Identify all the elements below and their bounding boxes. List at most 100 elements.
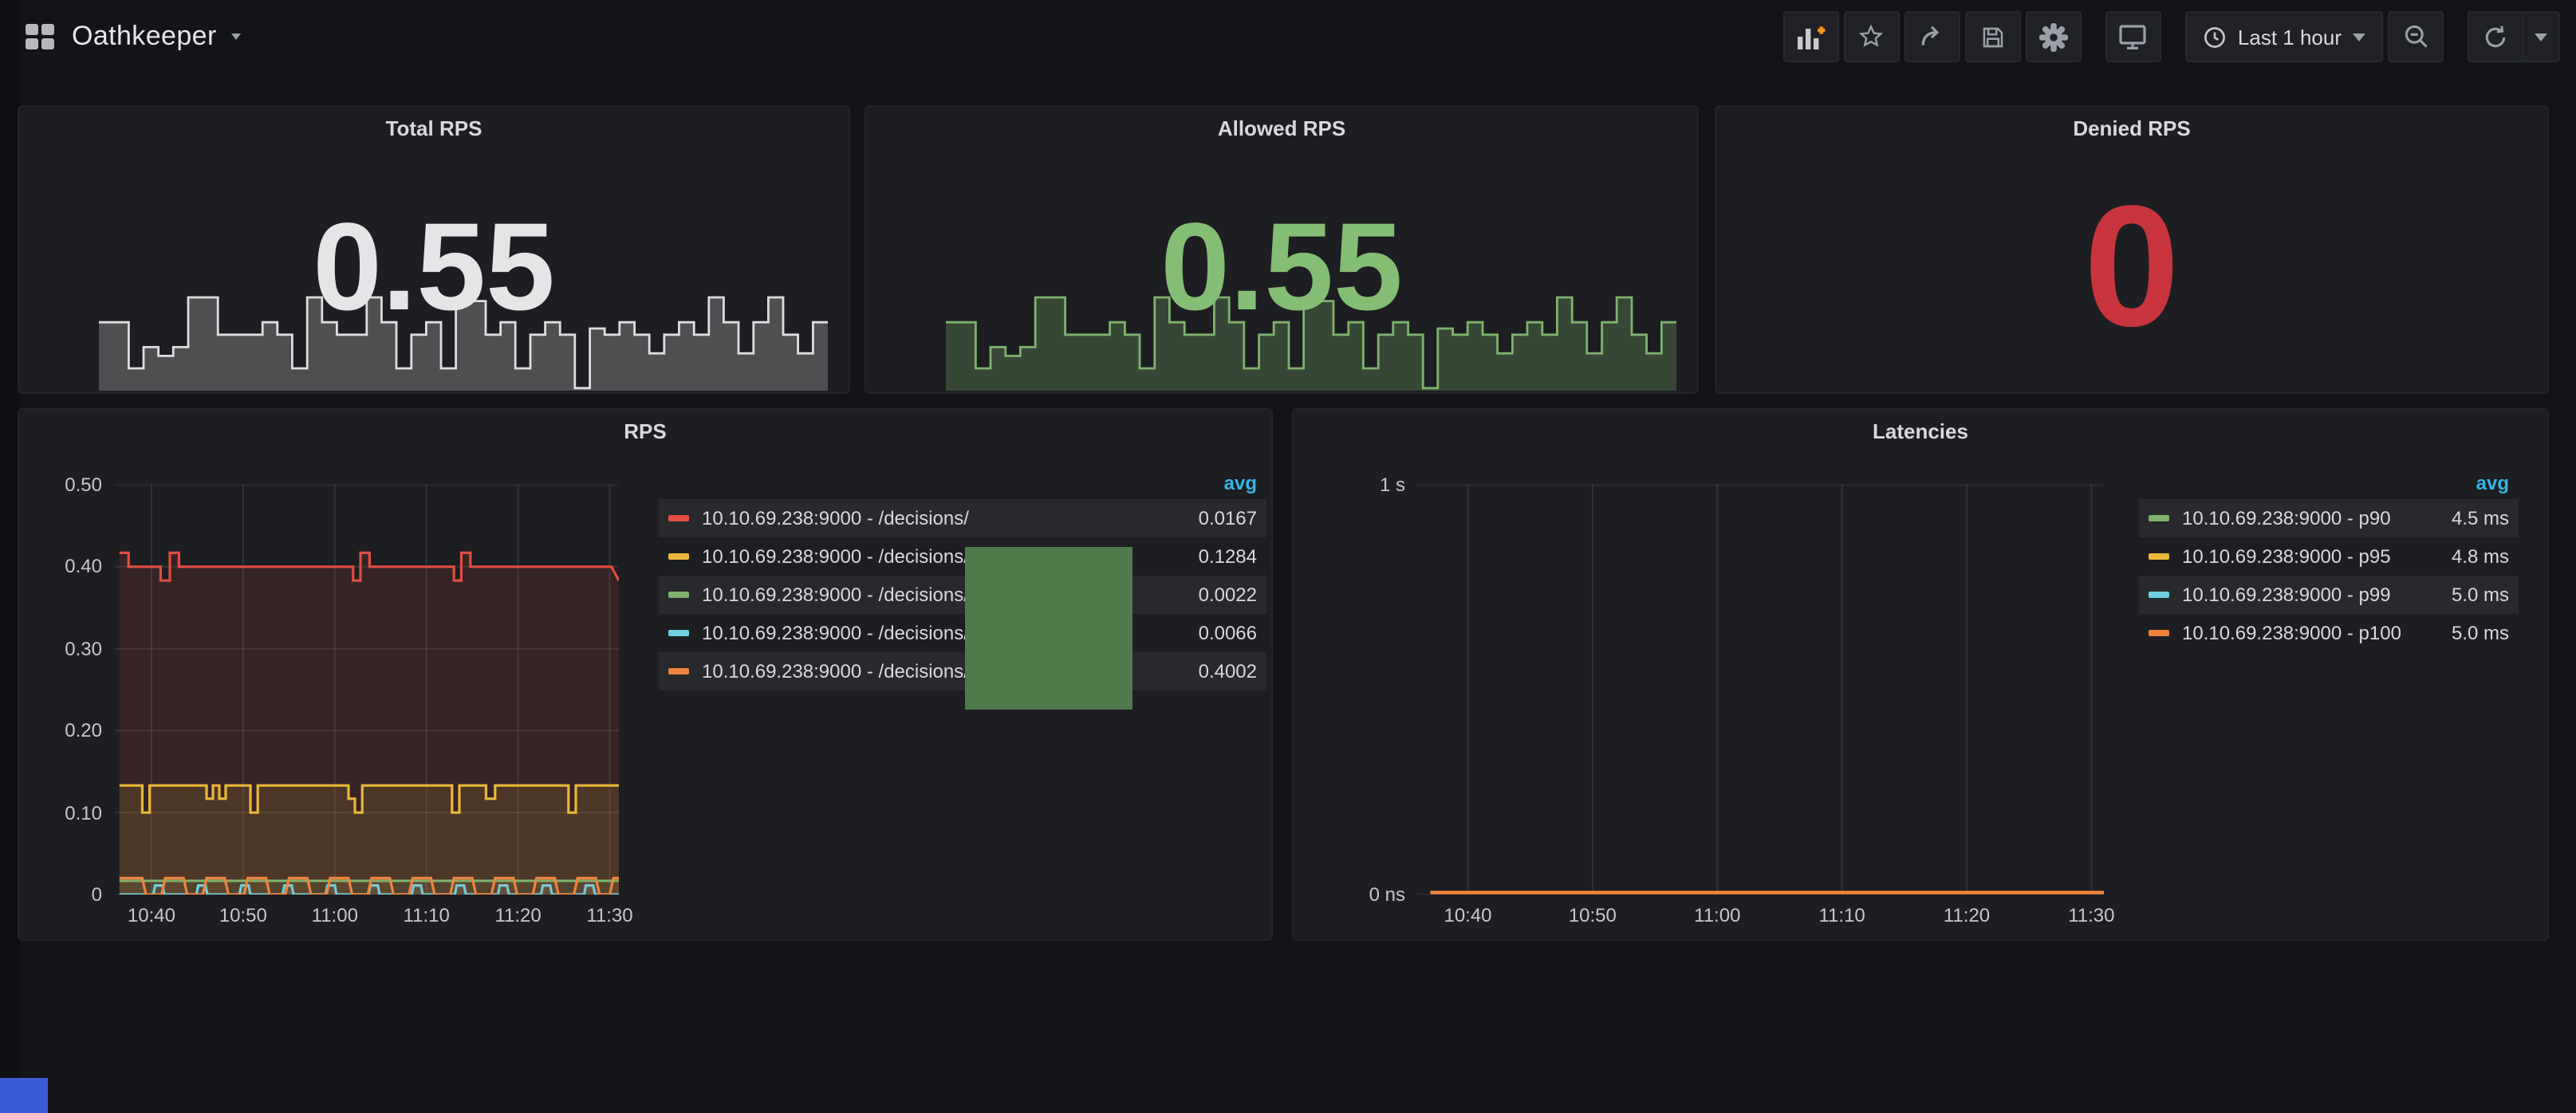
y-tick-label: 0.50 xyxy=(32,474,102,496)
refresh-interval-caret-icon xyxy=(2535,33,2547,41)
share-icon xyxy=(1918,22,1947,51)
legend-row[interactable]: 10.10.69.238:9000 - p90 4.5 ms xyxy=(2139,499,2519,537)
y-tick-label: 0 xyxy=(32,883,102,906)
y-tick-label: 0.10 xyxy=(32,801,102,824)
legend-avg-value: 0.0066 xyxy=(1177,622,1257,644)
dashboard-title[interactable]: Oathkeeper xyxy=(72,21,217,53)
series-color-swatch xyxy=(668,630,689,636)
latencies-legend: avg 10.10.69.238:9000 - p90 4.5 ms 10.10… xyxy=(2139,469,2519,652)
star-button[interactable] xyxy=(1844,11,1900,62)
legend-avg-header[interactable]: avg xyxy=(2139,469,2519,499)
panel-title[interactable]: Latencies xyxy=(1294,419,2547,443)
x-tick-label: 10:50 xyxy=(1569,904,1617,926)
y-tick-label: 0.20 xyxy=(32,719,102,741)
series-color-swatch xyxy=(2149,515,2169,521)
dashboard-title-caret-icon[interactable] xyxy=(231,33,241,40)
clock-icon xyxy=(2203,25,2227,49)
legend-avg-value: 0.4002 xyxy=(1177,660,1257,682)
add-panel-button[interactable] xyxy=(1783,11,1839,62)
panel-allowed-rps: Allowed RPS 0.55 xyxy=(865,105,1699,394)
time-range-label: Last 1 hour xyxy=(2238,25,2342,49)
refresh-interval-dropdown[interactable] xyxy=(2523,11,2560,62)
legend-row[interactable]: 10.10.69.238:9000 - p95 4.8 ms xyxy=(2139,537,2519,576)
latencies-plot-area[interactable]: 0 ns1 s10:4010:5011:0011:1011:2011:30 xyxy=(1418,485,2104,895)
panel-title[interactable]: Allowed RPS xyxy=(866,116,1697,140)
panel-title[interactable]: Denied RPS xyxy=(1716,116,2547,140)
add-panel-icon xyxy=(1795,22,1827,51)
legend-series-label[interactable]: 10.10.69.238:9000 - /decisions/ xyxy=(702,507,1164,529)
series-color-swatch xyxy=(2149,553,2169,560)
legend-row[interactable]: 10.10.69.238:9000 - /decisions/ 0.0022 xyxy=(659,576,1266,614)
cycle-view-button[interactable] xyxy=(2105,11,2161,62)
legend-avg-value: 5.0 ms xyxy=(2429,584,2509,606)
star-icon xyxy=(1857,22,1886,51)
legend-avg-value: 4.8 ms xyxy=(2429,545,2509,568)
legend-row[interactable]: 10.10.69.238:9000 - p99 5.0 ms xyxy=(2139,576,2519,614)
zoom-out-icon xyxy=(2401,22,2430,51)
panel-title[interactable]: Total RPS xyxy=(19,116,849,140)
panel-total-rps: Total RPS 0.55 xyxy=(18,105,850,394)
series-color-swatch xyxy=(668,553,689,560)
series-color-swatch xyxy=(2149,592,2169,598)
x-tick-label: 10:40 xyxy=(128,904,175,926)
legend-row[interactable]: 10.10.69.238:9000 - /decisions/ 0.0167 xyxy=(659,499,1266,537)
legend-avg-value: 0.0167 xyxy=(1177,507,1257,529)
x-tick-label: 11:30 xyxy=(2068,904,2114,926)
legend-row[interactable]: 10.10.69.238:9000 - p100 5.0 ms xyxy=(2139,614,2519,652)
legend-series-label[interactable]: 10.10.69.238:9000 - p99 xyxy=(2182,584,2416,606)
legend-series-label[interactable]: 10.10.69.238:9000 - p100 xyxy=(2182,622,2416,644)
series-color-swatch xyxy=(668,668,689,674)
x-tick-label: 11:10 xyxy=(404,904,450,926)
share-button[interactable] xyxy=(1904,11,1960,62)
green-overlay xyxy=(965,547,1132,710)
y-tick-label: 0 ns xyxy=(1335,883,1405,906)
x-tick-label: 11:20 xyxy=(494,904,541,926)
navbar: Oathkeeper xyxy=(0,0,2576,73)
legend-avg-value: 5.0 ms xyxy=(2429,622,2509,644)
settings-button[interactable] xyxy=(2026,11,2082,62)
panel-denied-rps: Denied RPS 0 xyxy=(1715,105,2549,394)
legend-avg-value: 0.1284 xyxy=(1177,545,1257,568)
legend-avg-value: 0.0022 xyxy=(1177,584,1257,606)
panel-title[interactable]: RPS xyxy=(19,419,1271,443)
gear-icon xyxy=(2038,22,2069,52)
time-range-caret-icon xyxy=(2353,33,2365,41)
y-tick-label: 0.40 xyxy=(32,556,102,578)
stat-value: 0.55 xyxy=(866,199,1697,333)
refresh-icon xyxy=(2482,23,2509,50)
zoom-out-button[interactable] xyxy=(2388,11,2444,62)
panel-rps-graph: RPS 00.100.200.300.400.5010:4010:5011:00… xyxy=(18,408,1273,941)
y-tick-label: 1 s xyxy=(1335,474,1405,496)
series-color-swatch xyxy=(668,592,689,598)
legend-series-label[interactable]: 10.10.69.238:9000 - p95 xyxy=(2182,545,2416,568)
x-tick-label: 11:30 xyxy=(586,904,632,926)
y-tick-label: 0.30 xyxy=(32,638,102,660)
rps-plot-area[interactable]: 00.100.200.300.400.5010:4010:5011:0011:1… xyxy=(115,485,619,895)
legend-series-label[interactable]: 10.10.69.238:9000 - p90 xyxy=(2182,507,2416,529)
x-tick-label: 11:00 xyxy=(312,904,358,926)
refresh-button[interactable] xyxy=(2468,11,2523,62)
x-tick-label: 11:20 xyxy=(1944,904,1990,926)
x-tick-label: 10:40 xyxy=(1444,904,1491,926)
save-icon xyxy=(1979,23,2007,50)
grafana-dashboard: Oathkeeper xyxy=(0,0,2576,1113)
legend-avg-value: 4.5 ms xyxy=(2429,507,2509,529)
x-tick-label: 11:00 xyxy=(1694,904,1740,926)
panel-latencies-graph: Latencies 0 ns1 s10:4010:5011:0011:1011:… xyxy=(1292,408,2549,941)
series-color-swatch xyxy=(2149,630,2169,636)
x-tick-label: 11:10 xyxy=(1818,904,1865,926)
dashboard-picker-grid-icon[interactable] xyxy=(26,24,54,49)
blue-corner-badge xyxy=(0,1078,48,1113)
series-color-swatch xyxy=(668,515,689,521)
monitor-icon xyxy=(2117,22,2149,51)
legend-row[interactable]: 10.10.69.238:9000 - /decisions/ 0.4002 xyxy=(659,652,1266,690)
x-tick-label: 10:50 xyxy=(219,904,267,926)
rps-legend: avg 10.10.69.238:9000 - /decisions/ 0.01… xyxy=(659,469,1266,690)
legend-row[interactable]: 10.10.69.238:9000 - /decisions/ 0.1284 xyxy=(659,537,1266,576)
legend-row[interactable]: 10.10.69.238:9000 - /decisions/ 0.0066 xyxy=(659,614,1266,652)
stat-value: 0.55 xyxy=(19,199,849,333)
stat-value: 0 xyxy=(1716,174,2547,359)
legend-avg-header[interactable]: avg xyxy=(659,469,1266,499)
time-range-picker[interactable]: Last 1 hour xyxy=(2185,11,2383,62)
save-button[interactable] xyxy=(1965,11,2021,62)
